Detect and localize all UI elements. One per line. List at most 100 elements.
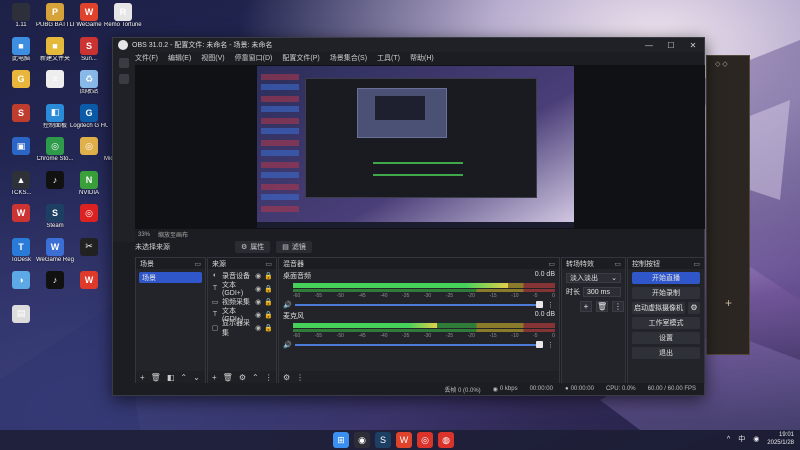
start-virtual-camera-button[interactable]: 启动虚拟摄像机 [632,302,685,314]
zoom-hint[interactable]: 缩放至画布 [158,230,188,239]
source-list-item[interactable]: ▢ 显示器采集 ◉ 🔒 [208,320,276,337]
eye-icon[interactable]: ◉ [255,324,261,332]
channel-settings-icon[interactable]: ⋮ [547,341,555,349]
add-scene-button[interactable]: + [140,373,145,382]
lock-icon[interactable]: 🔒 [264,324,273,332]
more-menu-icon[interactable]: ⋮ [265,373,273,382]
menu-view[interactable]: 视图(V) [201,53,224,63]
taskbar-wegame-icon[interactable]: W [396,432,412,448]
dock-float-icon[interactable]: ▭ [614,260,621,268]
desktop-icon[interactable]: ▣ [4,137,38,156]
desktop-icon[interactable]: W [72,271,106,290]
lock-icon[interactable]: 🔒 [264,311,273,319]
advanced-audio-button[interactable]: ⚙ [283,373,290,382]
filters-button[interactable]: ▤ 滤镜 [276,241,312,253]
settings-button[interactable]: 设置 [632,332,700,344]
desktop-icon[interactable]: GLogitech G HUB [70,103,108,130]
remove-scene-button[interactable]: 🗑 [151,373,161,382]
remove-transition-button[interactable]: 🗑 [596,301,608,312]
add-transition-button[interactable]: + [580,301,592,312]
lock-icon[interactable]: 🔒 [264,285,273,293]
desktop-icon[interactable]: ■ 此电脑 [4,36,38,63]
taskbar-clock[interactable]: 19:01 2025/1/28 [767,431,794,447]
network-icon[interactable]: ◉ [753,435,759,443]
desktop-icon[interactable]: 1.11 [4,3,38,29]
desktop-icon[interactable]: ◎ [72,204,106,223]
desktop-icon[interactable]: PPUBG BATTLEGR... [36,3,74,29]
preview-canvas[interactable] [135,65,705,229]
desktop-icon[interactable]: ♪ [38,271,72,290]
desktop-icon[interactable]: WWeGame Register... [36,237,74,264]
menu-scene-collection[interactable]: 场景集合(S) [330,53,367,63]
close-button[interactable]: ✕ [682,41,704,50]
taskbar-start-icon[interactable]: ⊞ [333,432,349,448]
desktop-icon[interactable]: S Steam [38,204,72,230]
desktop-icon[interactable]: ◎ [72,137,106,156]
zoom-level[interactable]: 33% [138,232,150,238]
dock-float-icon[interactable]: ▭ [548,260,555,268]
channel-settings-icon[interactable]: ⋮ [547,301,555,309]
transition-more-icon[interactable]: ⋮ [612,301,624,312]
obs-titlebar[interactable]: OBS 31.0.2 - 配置文件: 未命名 - 场景: 未命名 — ☐ ✕ [113,38,704,52]
transition-select[interactable]: 淡入淡出 ⌄ [566,273,621,283]
desktop-icon[interactable]: ♪ [38,170,72,190]
menu-docks[interactable]: 停靠窗口(D) [235,53,273,63]
virtual-camera-gear-icon[interactable]: ⚙ [688,302,700,314]
input-method-indicator[interactable]: 中 [738,434,745,444]
volume-slider-handle[interactable] [536,301,543,308]
taskbar-app2-icon[interactable]: ◍ [438,432,454,448]
dock-float-icon[interactable]: ▭ [194,260,201,268]
menu-profile[interactable]: 配置文件(P) [282,53,319,63]
taskbar-steam-icon[interactable]: S [375,432,391,448]
source-list-item[interactable]: T 文本 (GDI+) ◉ 🔒 [208,282,276,297]
desktop-icon[interactable]: ▲ TCKS... [4,170,38,197]
desktop-icon[interactable]: N NVIDIA [72,170,106,197]
taskbar-obs-icon[interactable]: ◉ [354,432,370,448]
menu-file[interactable]: 文件(F) [135,53,158,63]
eye-icon[interactable]: ◉ [255,298,261,306]
menu-edit[interactable]: 编辑(E) [168,53,191,63]
dock-float-icon[interactable]: ▭ [265,260,272,268]
desktop-icon[interactable]: ≡ [38,70,72,89]
start-streaming-button[interactable]: 开始直播 [632,272,700,284]
bg-app-plus-icon[interactable]: + [725,296,732,310]
volume-slider[interactable] [295,341,543,348]
eye-icon[interactable]: ◉ [255,285,261,293]
eye-icon[interactable]: ◉ [255,272,261,280]
desktop-icon[interactable]: W [4,204,38,223]
scene-filters-button[interactable]: ◧ [167,373,175,382]
source-properties-button[interactable]: ⚙ [239,373,246,382]
add-source-button[interactable]: + [212,373,217,382]
desktop-icon[interactable]: W WeGame [72,3,106,29]
speaker-icon[interactable]: 🔊 [283,301,292,309]
volume-slider[interactable] [295,301,543,308]
desktop-icon[interactable]: RRemo Tortune... [104,3,142,29]
desktop-icon[interactable]: ✂ [72,237,106,257]
desktop-icon[interactable]: ▤ [4,304,38,324]
dock-float-icon[interactable]: ▭ [693,260,700,268]
move-down-button[interactable]: ⌄ [193,373,200,382]
minimize-button[interactable]: — [638,41,660,50]
remove-source-button[interactable]: 🗑 [223,373,233,382]
desktop-icon[interactable]: S Sun... [72,36,106,63]
lock-icon[interactable]: 🔒 [264,298,273,306]
move-up-button[interactable]: ⌃ [252,373,259,382]
desktop-icon[interactable]: ◎ Chrome Sto... [37,137,74,163]
desktop-icon[interactable]: ◧ 控制面板 [38,103,72,130]
taskbar-app-icon[interactable]: ◎ [417,432,433,448]
studio-mode-button[interactable]: 工作室模式 [632,317,700,329]
desktop-icon[interactable]: ♻ 回收站 [72,70,106,96]
maximize-button[interactable]: ☐ [660,41,682,50]
menu-tools[interactable]: 工具(T) [377,53,400,63]
scene-list-item[interactable]: 场景 [139,272,202,283]
lock-icon[interactable]: 🔒 [264,272,273,280]
desktop-icon[interactable]: ■ 新建文件夹 [38,36,72,63]
desktop-icon[interactable]: T ToDesk [4,237,38,264]
more-menu-icon[interactable]: ⋮ [296,373,304,382]
properties-button[interactable]: ⚙ 属性 [235,241,271,253]
eye-icon[interactable]: ◉ [255,311,261,319]
menu-help[interactable]: 帮助(H) [410,53,434,63]
exit-button[interactable]: 退出 [632,347,700,359]
background-app-window[interactable]: ◇ ◇ + [706,55,750,355]
dock-toggle-icon[interactable] [119,58,129,68]
